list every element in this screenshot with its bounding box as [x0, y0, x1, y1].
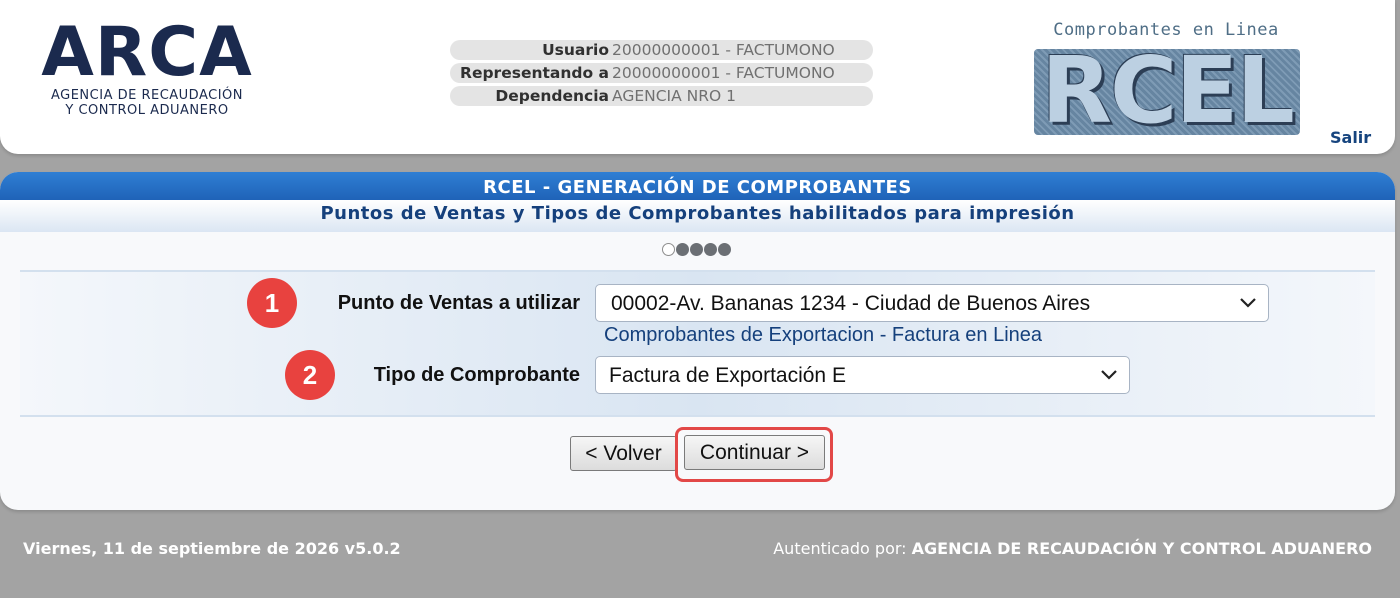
step-badge: 1	[247, 278, 297, 328]
footer-auth-value: AGENCIA DE RECAUDACIÓN Y CONTROL ADUANER…	[911, 539, 1372, 558]
rcel-logo-tagline: Comprobantes en Linea	[1053, 20, 1279, 40]
logout-link[interactable]: Salir	[1330, 128, 1371, 147]
step-badge: 2	[285, 350, 335, 400]
step-dot-icon	[662, 243, 675, 256]
user-info: Usuario 20000000001 - FACTUMONO Represen…	[450, 40, 873, 109]
arca-logo-line2: Y CONTROL ADUANERO	[65, 103, 229, 118]
user-info-value: 20000000001 - FACTUMONO	[612, 41, 835, 59]
user-info-row: Dependencia AGENCIA NRO 1	[450, 86, 873, 106]
tipo-comprobante-label: Tipo de Comprobante	[373, 364, 580, 386]
step-dot-icon	[704, 243, 717, 256]
punto-de-ventas-helper: Comprobantes de Exportacion - Factura en…	[604, 324, 1043, 346]
panel-title: RCEL - GENERACIÓN DE COMPROBANTES	[0, 172, 1395, 200]
chevron-down-icon	[1240, 298, 1256, 308]
back-button[interactable]: < Volver	[570, 436, 677, 471]
rcel-logo-image: RCEL	[1034, 49, 1300, 135]
arca-logo-line1: AGENCIA DE RECAUDACIÓN	[50, 88, 244, 103]
chevron-down-icon	[1101, 370, 1117, 380]
user-info-label: Dependencia	[495, 87, 609, 105]
header: ARCA AGENCIA DE RECAUDACIÓN Y CONTROL AD…	[0, 0, 1395, 154]
step-dot-icon	[718, 243, 731, 256]
user-info-value: AGENCIA NRO 1	[612, 87, 737, 105]
user-info-label: Representando a	[460, 64, 609, 82]
panel-subtitle: Puntos de Ventas y Tipos de Comprobantes…	[0, 200, 1395, 232]
continue-button[interactable]: Continuar >	[684, 435, 825, 470]
arca-logo: ARCA AGENCIA DE RECAUDACIÓN Y CONTROL AD…	[36, 13, 258, 119]
footer-date-version: Viernes, 11 de septiembre de 2026 v5.0.2	[23, 539, 401, 558]
footer-auth: Autenticado por: AGENCIA DE RECAUDACIÓN …	[773, 539, 1372, 558]
rcel-logo: Comprobantes en Linea RCEL	[1032, 18, 1300, 136]
user-info-row: Representando a 20000000001 - FACTUMONO	[450, 63, 873, 83]
punto-de-ventas-value: 00002-Av. Bananas 1234 - Ciudad de Bueno…	[611, 292, 1091, 315]
punto-de-ventas-select[interactable]: 00002-Av. Bananas 1234 - Ciudad de Bueno…	[595, 284, 1269, 322]
punto-de-ventas-label: Punto de Ventas a utilizar	[337, 292, 580, 314]
user-info-value: 20000000001 - FACTUMONO	[612, 64, 835, 82]
footer-auth-label: Autenticado por:	[773, 539, 907, 558]
user-info-label: Usuario	[542, 41, 609, 59]
arca-logo-word: ARCA	[41, 13, 253, 92]
rcel-logo-word: RCEL	[1041, 49, 1295, 135]
tipo-comprobante-value: Factura de Exportación E	[609, 364, 846, 387]
main-panel: RCEL - GENERACIÓN DE COMPROBANTES Puntos…	[0, 172, 1395, 510]
step-dot-icon	[676, 243, 689, 256]
step-dot-icon	[690, 243, 703, 256]
user-info-row: Usuario 20000000001 - FACTUMONO	[450, 40, 873, 60]
form-area: 1 Punto de Ventas a utilizar 00002-Av. B…	[20, 270, 1375, 417]
tipo-comprobante-select[interactable]: Factura de Exportación E	[595, 356, 1130, 394]
